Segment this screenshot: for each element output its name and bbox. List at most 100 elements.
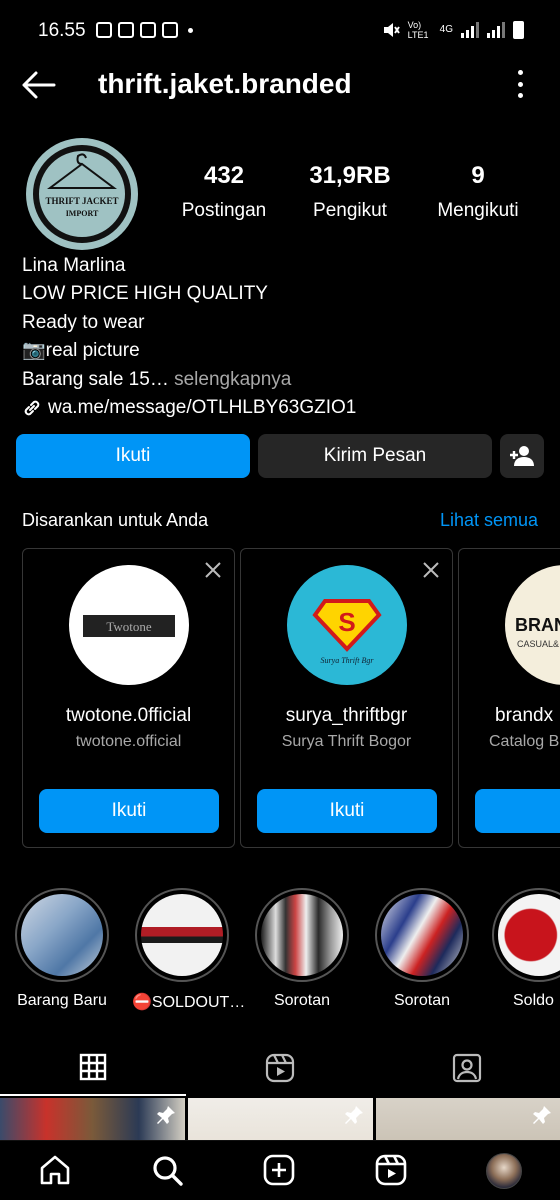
bio-link-row[interactable]: wa.me/message/OTLHLBY63GZIO1: [22, 394, 356, 422]
game-notification-icon: [162, 22, 178, 38]
follow-button[interactable]: Ikuti: [16, 434, 250, 478]
stat-posts-value: 432: [203, 162, 245, 189]
bio-line-truncated: Barang sale 15… selengkapnya: [22, 366, 356, 394]
suggestion-username[interactable]: twotone.0fficial: [23, 705, 234, 727]
highlight-cover: [141, 894, 223, 976]
create-post-icon[interactable]: [262, 1153, 296, 1187]
bag-notification-icon: [140, 22, 156, 38]
highlight-cover: [21, 894, 103, 976]
svg-text:Twotone: Twotone: [106, 619, 152, 634]
notification-icons: [96, 22, 193, 38]
signal-icon: [461, 22, 479, 38]
suggestion-avatar[interactable]: Twotone: [69, 565, 189, 685]
image-notification-icon: [96, 22, 112, 38]
more-options-icon[interactable]: [516, 70, 524, 98]
stat-posts[interactable]: 432 Postingan: [160, 162, 288, 222]
suggestions-title: Disarankan untuk Anda: [22, 510, 209, 530]
bio-more-link[interactable]: selengkapnya: [174, 369, 291, 390]
battery-icon: [513, 21, 524, 39]
svg-text:IMPORT: IMPORT: [66, 209, 99, 218]
suggestion-card[interactable]: Twotone twotone.0fficial twotone.officia…: [22, 548, 235, 848]
network-label: Vo) LTE1: [407, 20, 429, 40]
reels-nav-icon[interactable]: [374, 1153, 408, 1187]
bio-line: 📷real picture: [22, 340, 140, 362]
highlight-item[interactable]: Soldo: [492, 888, 560, 1010]
suggestion-follow-button[interactable]: Ikuti: [39, 789, 219, 833]
suggestion-username[interactable]: surya_thriftbgr: [241, 705, 452, 727]
highlight-label: ⛔SOLDOUT…: [132, 994, 246, 1011]
profile-bio: Lina Marlina LOW PRICE HIGH QUALITY Read…: [22, 252, 356, 422]
highlight-item[interactable]: ⛔SOLDOUT…: [132, 888, 246, 1012]
pin-icon: [533, 1106, 551, 1124]
highlight-label: Soldo: [513, 992, 554, 1009]
highlight-item[interactable]: Sorotan: [372, 888, 472, 1010]
suggest-people-button[interactable]: [500, 434, 544, 478]
status-time: 16.55: [38, 20, 86, 41]
link-icon: [24, 400, 40, 416]
stat-following-label: Mengikuti: [437, 200, 519, 221]
profile-avatar[interactable]: THRIFT JACKET IMPORT: [26, 138, 138, 250]
bio-name: Lina Marlina: [22, 255, 126, 276]
avatar-logo: THRIFT JACKET IMPORT: [33, 145, 131, 243]
highlight-ring: [255, 888, 349, 982]
stat-following[interactable]: 9 Mengikuti: [422, 162, 534, 222]
tab-reels[interactable]: [187, 1040, 373, 1096]
suggestion-card[interactable]: S Surya Thrift Bgr surya_thriftbgr Surya…: [240, 548, 453, 848]
more-notifications-dot: [188, 27, 193, 33]
tagged-icon: [452, 1053, 482, 1083]
bottom-navigation: [0, 1140, 560, 1200]
highlight-item[interactable]: Sorotan: [252, 888, 352, 1010]
svg-text:CASUAL&: CASUAL&: [517, 639, 559, 649]
highlight-ring: [135, 888, 229, 982]
signal-icon-2: [487, 22, 505, 38]
search-icon[interactable]: [150, 1153, 184, 1187]
suggestion-username[interactable]: brandx: [495, 705, 553, 727]
close-icon[interactable]: [204, 561, 222, 579]
message-button[interactable]: Kirim Pesan: [258, 434, 492, 478]
suggestion-card[interactable]: BRAN CASUAL& brandx Catalog B Ik: [458, 548, 560, 848]
svg-text:BRAN: BRAN: [515, 615, 560, 635]
add-person-icon: [510, 446, 534, 466]
profile-header: thrift.jaket.branded: [0, 62, 560, 110]
mute-icon: [383, 23, 400, 37]
suggestion-follow-button[interactable]: Ikuti: [257, 789, 437, 833]
svg-text:S: S: [338, 607, 355, 637]
highlight-ring: [375, 888, 469, 982]
home-icon[interactable]: [38, 1153, 72, 1187]
back-arrow-icon[interactable]: [20, 70, 56, 100]
highlight-label: Sorotan: [393, 992, 451, 1009]
status-right: Vo) LTE1 4G: [382, 20, 524, 40]
stat-followers[interactable]: 31,9RB Pengikut: [288, 162, 412, 222]
stat-followers-value: 31,9RB: [309, 162, 391, 189]
highlight-cover: [498, 894, 560, 976]
grid-icon: [79, 1053, 107, 1081]
svg-text:THRIFT JACKET: THRIFT JACKET: [45, 196, 118, 206]
tab-tagged[interactable]: [374, 1040, 560, 1096]
see-all-link[interactable]: Lihat semua: [440, 510, 538, 531]
svg-text:Surya Thrift Bgr: Surya Thrift Bgr: [321, 656, 375, 665]
stat-following-value: 9: [471, 162, 485, 189]
status-bar: 16.55 Vo) LTE1 4G: [0, 0, 560, 60]
highlight-cover: [381, 894, 463, 976]
suggestion-follow-button[interactable]: Ik: [475, 789, 560, 833]
bio-line: Ready to wear: [22, 311, 145, 333]
highlight-item[interactable]: Barang Baru: [12, 888, 112, 1010]
close-icon[interactable]: [422, 561, 440, 579]
network-type: 4G: [439, 24, 453, 35]
bio-link[interactable]: wa.me/message/OTLHLBY63GZIO1: [48, 394, 356, 422]
profile-nav-avatar[interactable]: [486, 1153, 522, 1189]
suggestion-subtitle: twotone.official: [75, 733, 182, 750]
pin-icon: [345, 1106, 363, 1124]
bio-line: LOW PRICE HIGH QUALITY: [22, 283, 268, 305]
tab-posts-grid[interactable]: [0, 1040, 186, 1096]
highlight-label: Barang Baru: [17, 992, 107, 1009]
suggestion-avatar[interactable]: S Surya Thrift Bgr: [287, 565, 407, 685]
highlight-label: Sorotan: [273, 992, 331, 1009]
suggestion-subtitle: Surya Thrift Bogor: [281, 733, 412, 750]
bio-line: Barang sale 15…: [22, 368, 169, 390]
suggestion-avatar[interactable]: BRAN CASUAL&: [505, 565, 560, 685]
stat-followers-label: Pengikut: [313, 200, 387, 221]
highlight-ring: [15, 888, 109, 982]
stat-posts-label: Postingan: [181, 200, 267, 221]
highlight-ring: [492, 888, 560, 982]
